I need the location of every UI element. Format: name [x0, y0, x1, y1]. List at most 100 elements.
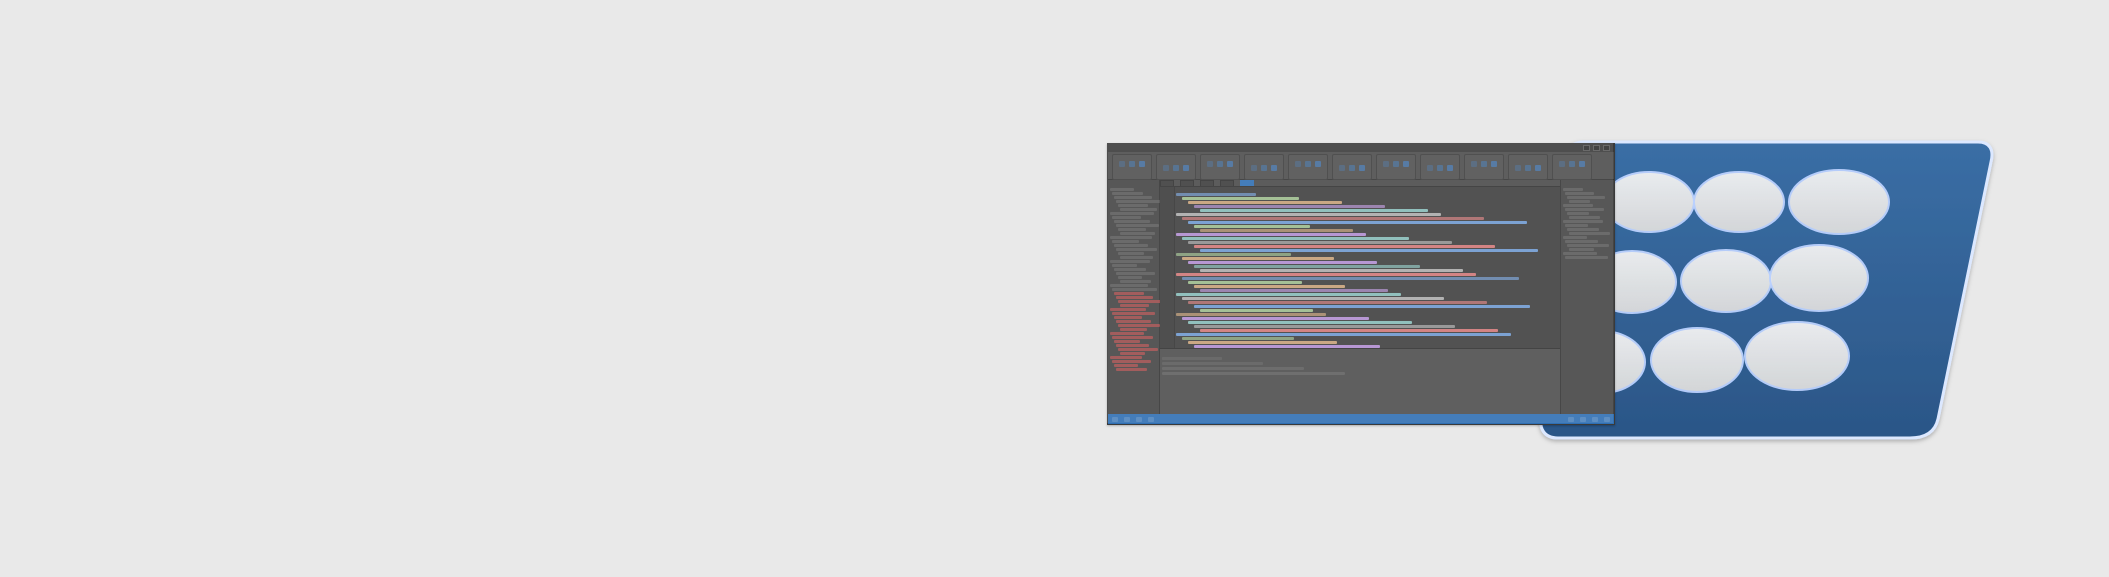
tree-row[interactable]: [1118, 252, 1144, 255]
properties-row[interactable]: [1565, 240, 1598, 243]
ribbon-group[interactable]: [1112, 154, 1152, 180]
minimize-button[interactable]: [1583, 145, 1590, 151]
error-tree-row[interactable]: [1114, 292, 1144, 295]
error-tree-row[interactable]: [1112, 336, 1153, 339]
ribbon-group[interactable]: [1552, 154, 1592, 180]
error-tree-row[interactable]: [1110, 356, 1142, 359]
ribbon-icon[interactable]: [1491, 161, 1497, 167]
tree-row[interactable]: [1116, 200, 1161, 203]
tree-row[interactable]: [1120, 256, 1153, 259]
properties-row[interactable]: [1569, 200, 1590, 203]
ribbon-group[interactable]: [1288, 154, 1328, 180]
ribbon-group[interactable]: [1508, 154, 1548, 180]
tree-row[interactable]: [1118, 228, 1146, 231]
error-tree-row[interactable]: [1118, 300, 1162, 303]
error-tree-row[interactable]: [1116, 344, 1149, 347]
error-tree-row[interactable]: [1118, 324, 1160, 327]
ribbon-icon[interactable]: [1579, 161, 1585, 167]
status-item[interactable]: [1604, 416, 1610, 422]
error-tree-row[interactable]: [1120, 352, 1145, 355]
ribbon-icon[interactable]: [1515, 165, 1521, 171]
ribbon-icon[interactable]: [1305, 161, 1311, 167]
tree-row[interactable]: [1112, 288, 1157, 291]
ribbon-icon[interactable]: [1447, 165, 1453, 171]
ribbon-icon[interactable]: [1173, 165, 1179, 171]
ribbon-icon[interactable]: [1471, 161, 1477, 167]
ribbon-group[interactable]: [1332, 154, 1372, 180]
tree-row[interactable]: [1114, 196, 1152, 199]
ribbon-icon[interactable]: [1569, 161, 1575, 167]
error-tree-row[interactable]: [1112, 360, 1151, 363]
error-tree-row[interactable]: [1116, 296, 1153, 299]
error-tree-row[interactable]: [1114, 316, 1142, 319]
tree-row[interactable]: [1110, 260, 1150, 263]
tree-row[interactable]: [1114, 268, 1146, 271]
error-tree-row[interactable]: [1118, 348, 1158, 351]
tree-row[interactable]: [1118, 204, 1148, 207]
properties-row[interactable]: [1565, 192, 1594, 195]
status-item[interactable]: [1148, 416, 1154, 422]
ribbon-icon[interactable]: [1295, 161, 1301, 167]
ribbon-icon[interactable]: [1403, 161, 1409, 167]
ribbon-icon[interactable]: [1437, 165, 1443, 171]
properties-row[interactable]: [1563, 188, 1583, 191]
error-tree-row[interactable]: [1116, 368, 1147, 371]
properties-row[interactable]: [1569, 232, 1610, 235]
ribbon-group[interactable]: [1376, 154, 1416, 180]
error-tree-row[interactable]: [1110, 332, 1144, 335]
ribbon-icon[interactable]: [1119, 161, 1125, 167]
ribbon-group[interactable]: [1420, 154, 1460, 180]
ribbon-icon[interactable]: [1139, 161, 1145, 167]
ribbon-icon[interactable]: [1217, 161, 1223, 167]
tree-row[interactable]: [1110, 284, 1148, 287]
status-item[interactable]: [1136, 416, 1142, 422]
properties-row[interactable]: [1563, 252, 1597, 255]
ribbon-icon[interactable]: [1383, 161, 1389, 167]
properties-row[interactable]: [1565, 224, 1588, 227]
error-tree-row[interactable]: [1110, 308, 1146, 311]
ribbon-group[interactable]: [1464, 154, 1504, 180]
status-item[interactable]: [1124, 416, 1130, 422]
tree-row[interactable]: [1110, 236, 1152, 239]
status-item[interactable]: [1580, 416, 1586, 422]
ribbon-icon[interactable]: [1525, 165, 1531, 171]
ribbon-icon[interactable]: [1349, 165, 1355, 171]
ribbon-icon[interactable]: [1227, 161, 1233, 167]
properties-row[interactable]: [1567, 196, 1605, 199]
error-tree-row[interactable]: [1112, 312, 1155, 315]
ribbon-icon[interactable]: [1183, 165, 1189, 171]
ribbon-icon[interactable]: [1359, 165, 1365, 171]
properties-row[interactable]: [1563, 204, 1593, 207]
error-tree-row[interactable]: [1116, 320, 1151, 323]
tree-row[interactable]: [1110, 188, 1134, 191]
ribbon-icon[interactable]: [1427, 165, 1433, 171]
ribbon-icon[interactable]: [1315, 161, 1321, 167]
tree-row[interactable]: [1118, 276, 1142, 279]
tree-row[interactable]: [1116, 248, 1157, 251]
ribbon-icon[interactable]: [1535, 165, 1541, 171]
properties-row[interactable]: [1567, 228, 1599, 231]
tree-row[interactable]: [1120, 232, 1155, 235]
status-item[interactable]: [1592, 416, 1598, 422]
tree-row[interactable]: [1120, 208, 1157, 211]
ribbon-icon[interactable]: [1129, 161, 1135, 167]
ribbon-icon[interactable]: [1393, 161, 1399, 167]
properties-row[interactable]: [1567, 212, 1589, 215]
tree-row[interactable]: [1116, 272, 1155, 275]
ribbon-icon[interactable]: [1207, 161, 1213, 167]
tree-row[interactable]: [1120, 280, 1151, 283]
ribbon-group[interactable]: [1244, 154, 1284, 180]
properties-row[interactable]: [1569, 216, 1600, 219]
maximize-button[interactable]: [1593, 145, 1600, 151]
close-button[interactable]: [1603, 145, 1610, 151]
tree-row[interactable]: [1112, 240, 1139, 243]
tree-row[interactable]: [1112, 192, 1143, 195]
tree-row[interactable]: [1112, 216, 1141, 219]
ribbon-group[interactable]: [1156, 154, 1196, 180]
ribbon-icon[interactable]: [1481, 161, 1487, 167]
ribbon-icon[interactable]: [1251, 165, 1257, 171]
code-editor[interactable]: [1160, 186, 1560, 350]
ribbon-icon[interactable]: [1559, 161, 1565, 167]
status-item[interactable]: [1568, 416, 1574, 422]
error-tree-row[interactable]: [1120, 304, 1149, 307]
